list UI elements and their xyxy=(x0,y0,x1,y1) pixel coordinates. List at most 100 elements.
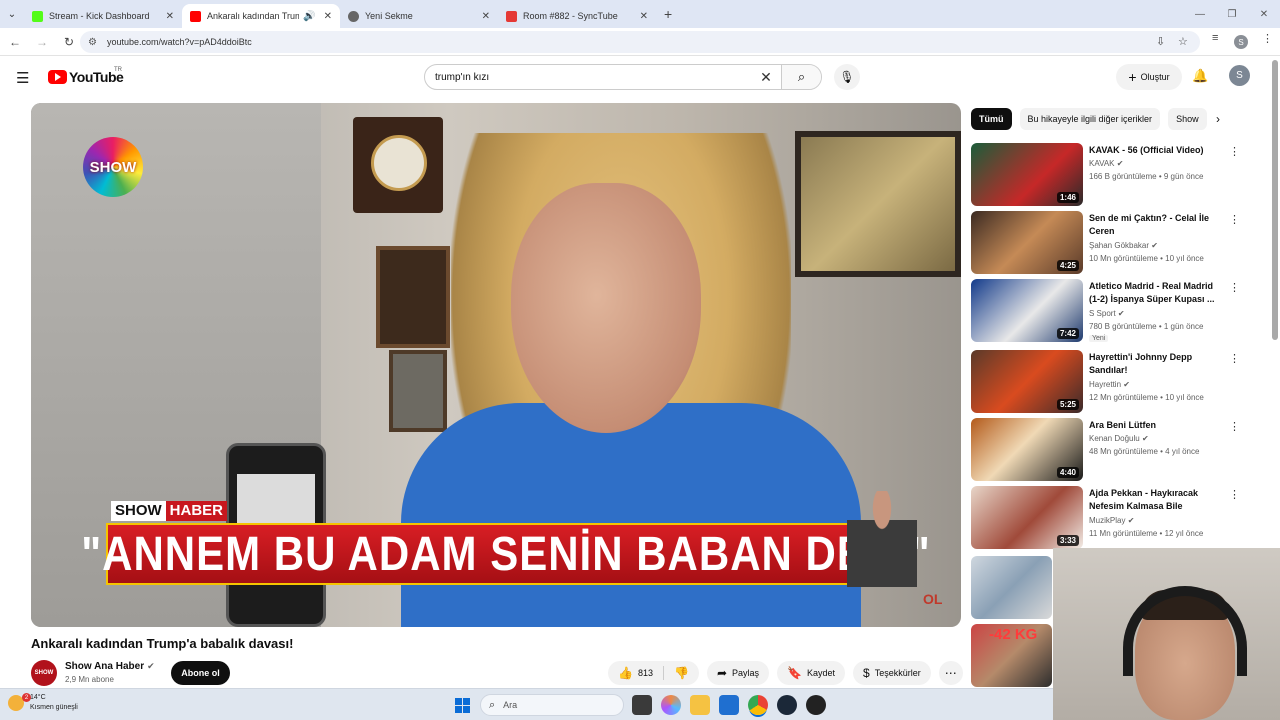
file-explorer-icon[interactable] xyxy=(690,695,710,715)
related-channel[interactable]: MuzikPlay xyxy=(1089,516,1125,525)
video-scene-calligraphy-frame xyxy=(795,131,961,277)
video-thumbnail[interactable]: 1:46 xyxy=(971,143,1083,206)
close-tab-icon[interactable]: ✕ xyxy=(640,11,648,22)
weather-widget[interactable]: 2 14°C Kısmen güneşli xyxy=(8,693,78,713)
video-thumbnail[interactable]: 4:40 xyxy=(971,418,1083,481)
channel-name[interactable]: Show Ana Haber xyxy=(65,661,144,672)
channel-avatar[interactable]: SHOW xyxy=(31,660,57,686)
maximize-icon[interactable]: ❐ xyxy=(1216,9,1248,20)
related-video-title[interactable]: Ara Beni Lütfen xyxy=(1089,419,1224,432)
browser-menu-icon[interactable]: ⋮ xyxy=(1262,32,1273,45)
close-tab-icon[interactable]: ✕ xyxy=(482,11,490,22)
related-video-title[interactable]: Hayrettin'i Johnny Depp Sandılar! xyxy=(1089,351,1224,377)
save-button[interactable]: 🔖 Kaydet xyxy=(777,661,845,685)
close-window-icon[interactable]: ✕ xyxy=(1248,9,1280,20)
account-avatar[interactable]: S xyxy=(1229,65,1250,86)
url-text[interactable]: youtube.com/watch?v=pAD4ddoiBtc xyxy=(107,37,252,47)
dislike-button[interactable]: 👎 xyxy=(664,666,699,680)
clear-search-icon[interactable]: ✕ xyxy=(751,69,781,86)
close-tab-icon[interactable]: ✕ xyxy=(324,11,332,22)
related-filter-chips: Tümü Bu hikayeyle ilgili diğer içerikler… xyxy=(971,108,1241,130)
related-video-item[interactable]: 3:33 Ajda Pekkan - Haykıracak Nefesim Ka… xyxy=(971,486,1243,554)
task-view-icon[interactable] xyxy=(632,695,652,715)
channel-name-wrap[interactable]: Show Ana Haber ✔ xyxy=(65,661,155,672)
video-thumbnail[interactable]: 7:42 xyxy=(971,279,1083,342)
address-bar[interactable]: ⚙ youtube.com/watch?v=pAD4ddoiBtc ⇩ ☆ xyxy=(80,31,1200,53)
video-thumbnail[interactable]: 5:25 xyxy=(971,350,1083,413)
related-stats: 780 B görüntüleme • 1 gün önce xyxy=(1089,322,1204,331)
more-vert-icon[interactable]: ⋮ xyxy=(1229,488,1240,501)
related-video-title[interactable]: Sen de mi Çaktın? - Celal İle Ceren xyxy=(1089,212,1224,238)
obs-icon[interactable] xyxy=(806,695,826,715)
video-player[interactable]: SHOW SHOW HABER "ANNEM BU ADAM SENİN BAB… xyxy=(31,103,961,627)
hamburger-menu-icon[interactable]: ☰ xyxy=(16,69,29,87)
more-actions-button[interactable]: ⋯ xyxy=(938,661,963,685)
tab-kick[interactable]: Stream - Kick Dashboard ✕ xyxy=(24,4,182,28)
media-queue-icon[interactable]: ≡ xyxy=(1212,32,1218,44)
tab-new[interactable]: Yeni Sekme ✕ xyxy=(340,4,498,28)
more-vert-icon[interactable]: ⋮ xyxy=(1229,420,1240,433)
video-thumbnail[interactable]: 4:25 xyxy=(971,211,1083,274)
chip-related-story[interactable]: Bu hikayeyle ilgili diğer içerikler xyxy=(1019,108,1161,130)
search-button[interactable]: ⌕ xyxy=(781,65,821,89)
related-video-item[interactable]: 1:46 KAVAK - 56 (Official Video) KAVAK ✔… xyxy=(971,143,1243,211)
related-channel[interactable]: Kenan Doğulu xyxy=(1089,434,1140,443)
back-arrow-icon[interactable]: ← xyxy=(3,35,27,49)
related-video-item[interactable]: 5:25 Hayrettin'i Johnny Depp Sandılar! H… xyxy=(971,350,1243,418)
install-app-icon[interactable]: ⇩ xyxy=(1156,35,1165,48)
more-vert-icon[interactable]: ⋮ xyxy=(1229,352,1240,365)
related-video-title[interactable]: KAVAK - 56 (Official Video) xyxy=(1089,144,1224,157)
related-video-title[interactable]: Atletico Madrid - Real Madrid (1-2) İspa… xyxy=(1089,280,1224,306)
profile-avatar[interactable]: S xyxy=(1234,35,1248,49)
search-input[interactable] xyxy=(435,66,751,88)
more-vert-icon[interactable]: ⋮ xyxy=(1229,281,1240,294)
create-button[interactable]: + Oluştur xyxy=(1116,64,1182,90)
more-vert-icon[interactable]: ⋮ xyxy=(1229,145,1240,158)
related-channel[interactable]: S Sport xyxy=(1089,309,1116,318)
store-icon[interactable] xyxy=(719,695,739,715)
subscribe-button[interactable]: Abone ol xyxy=(171,661,230,685)
forward-arrow-icon[interactable]: → xyxy=(30,35,54,49)
related-video-title[interactable]: Ajda Pekkan - Haykıracak Nefesim Kalmasa… xyxy=(1089,487,1224,514)
voice-search-button[interactable]: 🎙 xyxy=(834,64,860,90)
related-video-item[interactable]: 7:42 Atletico Madrid - Real Madrid (1-2)… xyxy=(971,279,1243,347)
site-info-icon[interactable]: ⚙ xyxy=(88,37,97,48)
notifications-bell-icon[interactable]: 🔔 xyxy=(1192,68,1208,84)
tab-search-chevron-icon[interactable]: ⌄ xyxy=(0,0,24,28)
steam-icon[interactable] xyxy=(777,695,797,715)
youtube-logo[interactable]: YouTube TR xyxy=(48,67,124,85)
related-channel[interactable]: Hayrettin xyxy=(1089,380,1121,389)
related-videos-list: 1:46 KAVAK - 56 (Official Video) KAVAK ✔… xyxy=(971,143,1243,554)
bookmark-star-icon[interactable]: ☆ xyxy=(1178,35,1188,48)
notification-badge: 2 xyxy=(22,693,31,702)
close-tab-icon[interactable]: ✕ xyxy=(166,11,174,22)
audio-icon[interactable]: 🔊 xyxy=(303,11,315,22)
reload-icon[interactable]: ↻ xyxy=(57,35,81,49)
related-video-item[interactable]: 4:25 Sen de mi Çaktın? - Celal İle Ceren… xyxy=(971,211,1243,279)
related-stats: 10 Mn görüntüleme • 10 yıl önce xyxy=(1089,254,1204,263)
chevron-right-icon[interactable]: › xyxy=(1216,112,1220,126)
video-thumbnail[interactable]: 3:33 xyxy=(971,486,1083,549)
page-scrollbar[interactable] xyxy=(1272,60,1278,340)
video-thumbnail[interactable]: -42 KG xyxy=(971,624,1052,687)
video-thumbnail[interactable] xyxy=(971,556,1052,619)
chip-show[interactable]: Show xyxy=(1168,108,1207,130)
windows-taskbar: 2 14°C Kısmen güneşli ⌕ Ara xyxy=(0,688,1053,720)
chip-all[interactable]: Tümü xyxy=(971,108,1012,130)
related-channel[interactable]: Şahan Gökbakar xyxy=(1089,241,1149,250)
tab-synctube[interactable]: Room #882 - SyncTube ✕ xyxy=(498,4,656,28)
minimize-icon[interactable]: — xyxy=(1184,9,1216,20)
new-tab-plus-icon[interactable]: + xyxy=(664,6,672,22)
show-logo-text: SHOW xyxy=(89,158,137,176)
taskbar-search[interactable]: ⌕ Ara xyxy=(480,694,624,716)
related-video-item[interactable]: 4:40 Ara Beni Lütfen Kenan Doğulu ✔ 48 M… xyxy=(971,418,1243,486)
chrome-icon[interactable] xyxy=(748,695,768,715)
like-button[interactable]: 👍 813 xyxy=(608,666,664,680)
copilot-icon[interactable] xyxy=(661,695,681,715)
share-button[interactable]: ➦ Paylaş xyxy=(706,661,770,685)
windows-start-icon[interactable] xyxy=(455,698,470,713)
tab-youtube[interactable]: Ankaralı kadından Trump'a 🔊 ✕ xyxy=(182,4,340,28)
related-channel[interactable]: KAVAK xyxy=(1089,159,1115,168)
more-vert-icon[interactable]: ⋮ xyxy=(1229,213,1240,226)
thanks-button[interactable]: $ Teşekkürler xyxy=(853,661,931,685)
